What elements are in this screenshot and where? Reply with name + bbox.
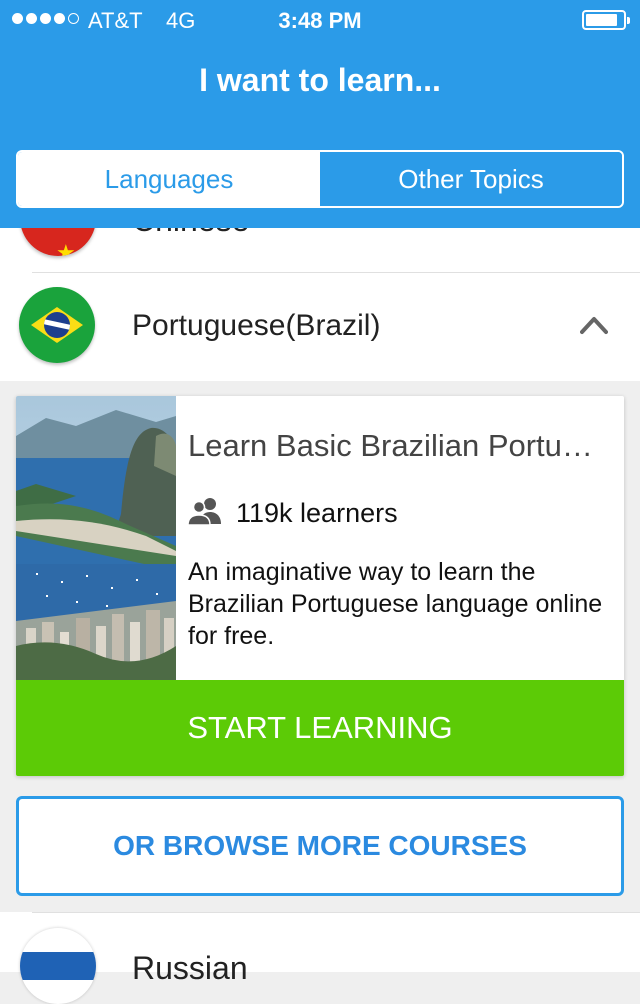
language-row-portuguese[interactable]: Portuguese(Brazil) [0,273,640,381]
battery-icon [582,10,630,30]
brazil-flag-icon [19,287,95,363]
tab-other-topics[interactable]: Other Topics [320,152,622,206]
chevron-up-icon[interactable] [580,313,608,337]
page-title: I want to learn... [199,62,441,98]
language-row-russian[interactable]: Russian [0,912,640,1004]
row-divider [32,912,640,913]
status-time: 3:48 PM [278,8,362,33]
language-label: Portuguese(Brazil) [132,309,381,342]
status-bar: AT&T 4G 3:48 PM [0,0,640,40]
learners-icon [188,498,221,526]
course-description: An imaginative way to learn the Brazilia… [188,558,603,650]
course-title[interactable]: Learn Basic Brazilian Portuguese [188,428,608,464]
topic-segmented-control: Languages Other Topics [16,150,624,208]
russia-flag-icon [20,928,96,1004]
browse-more-courses-button[interactable]: OR BROWSE MORE COURSES [16,796,624,896]
language-label: Russian [132,950,248,986]
course-card: Learn Basic Brazilian Portuguese 119k le… [16,396,624,776]
tab-languages[interactable]: Languages [18,152,320,206]
course-image[interactable] [16,396,176,680]
row-divider [32,272,640,273]
start-learning-button[interactable]: START LEARNING [16,680,624,776]
header: AT&T 4G 3:48 PM I want to learn... Langu… [0,0,640,228]
learners-count: 119k learners [236,498,398,528]
